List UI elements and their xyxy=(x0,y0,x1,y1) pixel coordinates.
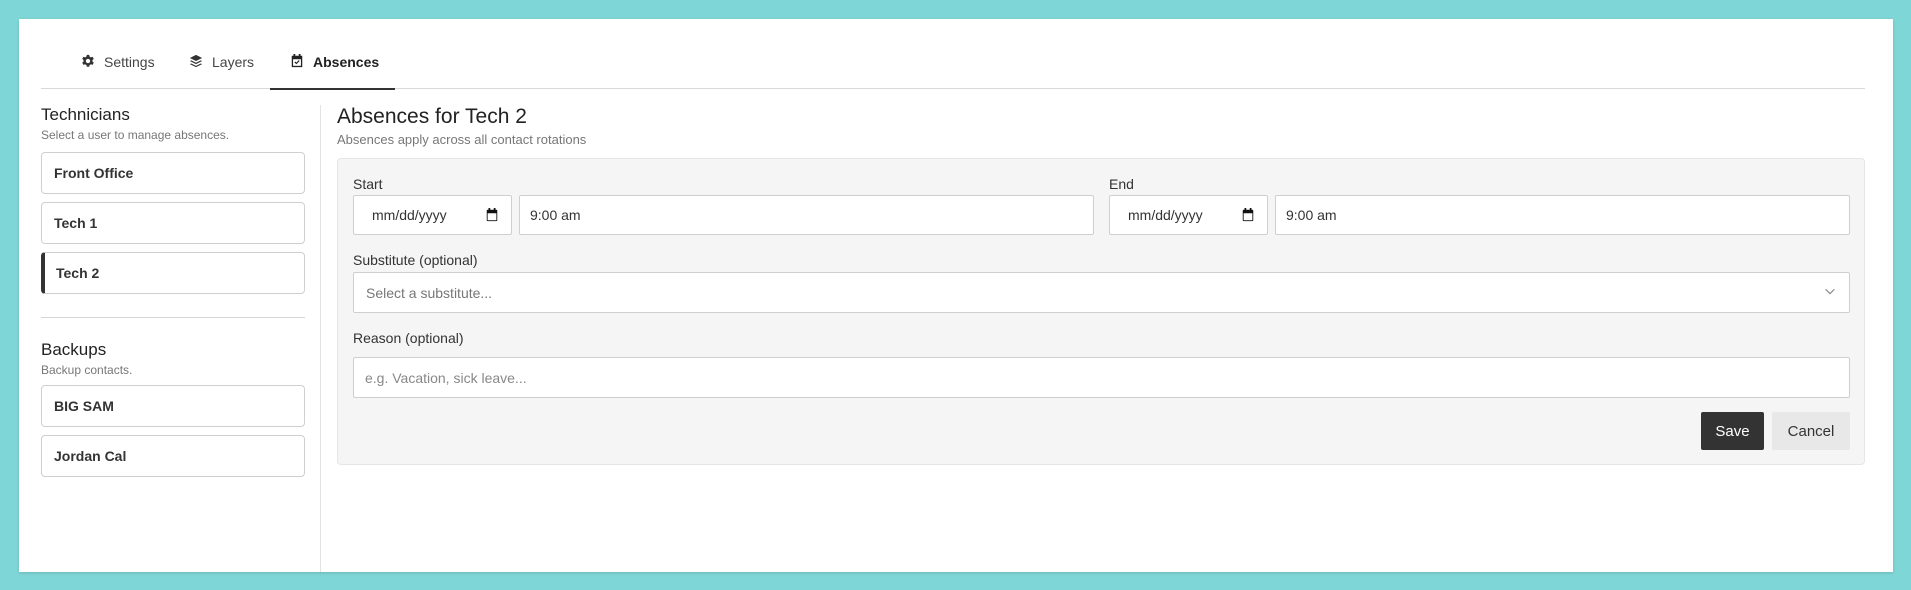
backups-heading: Backups xyxy=(41,340,107,359)
cancel-button[interactable]: Cancel xyxy=(1772,412,1850,450)
absence-form: Start mm/dd/yyyy 9:00 am End mm/dd/yyyy … xyxy=(337,158,1865,465)
main-content: Absences for Tech 2 Absences apply acros… xyxy=(337,105,1865,465)
calendar-icon[interactable] xyxy=(485,208,499,222)
tab-settings-label: Settings xyxy=(104,54,155,70)
page-subtitle: Absences apply across all contact rotati… xyxy=(337,132,587,147)
page-title: Absences for Tech 2 xyxy=(337,105,527,128)
end-label: End xyxy=(1109,176,1134,192)
sidebar-divider xyxy=(41,317,305,318)
substitute-placeholder: Select a substitute... xyxy=(366,284,493,301)
start-time-input[interactable]: 9:00 am xyxy=(519,195,1094,235)
end-time-input[interactable]: 9:00 am xyxy=(1275,195,1850,235)
reason-input[interactable]: e.g. Vacation, sick leave... xyxy=(353,357,1850,398)
tab-layers-label: Layers xyxy=(212,54,255,70)
end-date-input[interactable]: mm/dd/yyyy xyxy=(1109,195,1268,235)
technician-item-tech-2[interactable]: Tech 2 xyxy=(41,252,305,294)
backup-item-jordan-cal[interactable]: Jordan Cal xyxy=(41,435,305,477)
end-date-placeholder: mm/dd/yyyy xyxy=(1128,207,1203,223)
start-label: Start xyxy=(353,176,383,192)
start-date-placeholder: mm/dd/yyyy xyxy=(372,207,447,223)
gear-icon xyxy=(81,54,95,68)
backups-subtitle: Backup contacts. xyxy=(41,363,133,377)
sidebar-separator xyxy=(320,105,321,572)
layers-icon xyxy=(189,54,203,68)
calendar-icon xyxy=(290,54,304,68)
technicians-subtitle: Select a user to manage absences. xyxy=(41,128,230,142)
backup-item-big-sam[interactable]: BIG SAM xyxy=(41,385,305,427)
technician-item-tech-1[interactable]: Tech 1 xyxy=(41,202,305,244)
start-date-input[interactable]: mm/dd/yyyy xyxy=(353,195,512,235)
tab-settings[interactable]: Settings xyxy=(81,54,155,89)
calendar-icon[interactable] xyxy=(1241,208,1255,222)
end-time-value: 9:00 am xyxy=(1286,207,1337,223)
start-time-value: 9:00 am xyxy=(530,207,581,223)
sidebar: Technicians Select a user to manage abse… xyxy=(41,105,305,477)
reason-label: Reason (optional) xyxy=(353,330,464,346)
chevron-down-icon xyxy=(1823,284,1837,301)
technician-item-front-office[interactable]: Front Office xyxy=(41,152,305,194)
substitute-select[interactable]: Select a substitute... xyxy=(353,272,1850,313)
app-window: Settings Layers Absences Technicians Sel… xyxy=(19,19,1893,572)
tab-absences[interactable]: Absences xyxy=(269,54,396,90)
substitute-label: Substitute (optional) xyxy=(353,252,478,268)
tab-layers[interactable]: Layers xyxy=(189,54,254,89)
reason-placeholder: e.g. Vacation, sick leave... xyxy=(365,369,527,386)
technicians-heading: Technicians xyxy=(41,105,130,124)
save-button[interactable]: Save xyxy=(1701,412,1764,450)
tab-absences-label: Absences xyxy=(313,54,380,70)
tab-bar: Settings Layers Absences xyxy=(41,19,1865,90)
